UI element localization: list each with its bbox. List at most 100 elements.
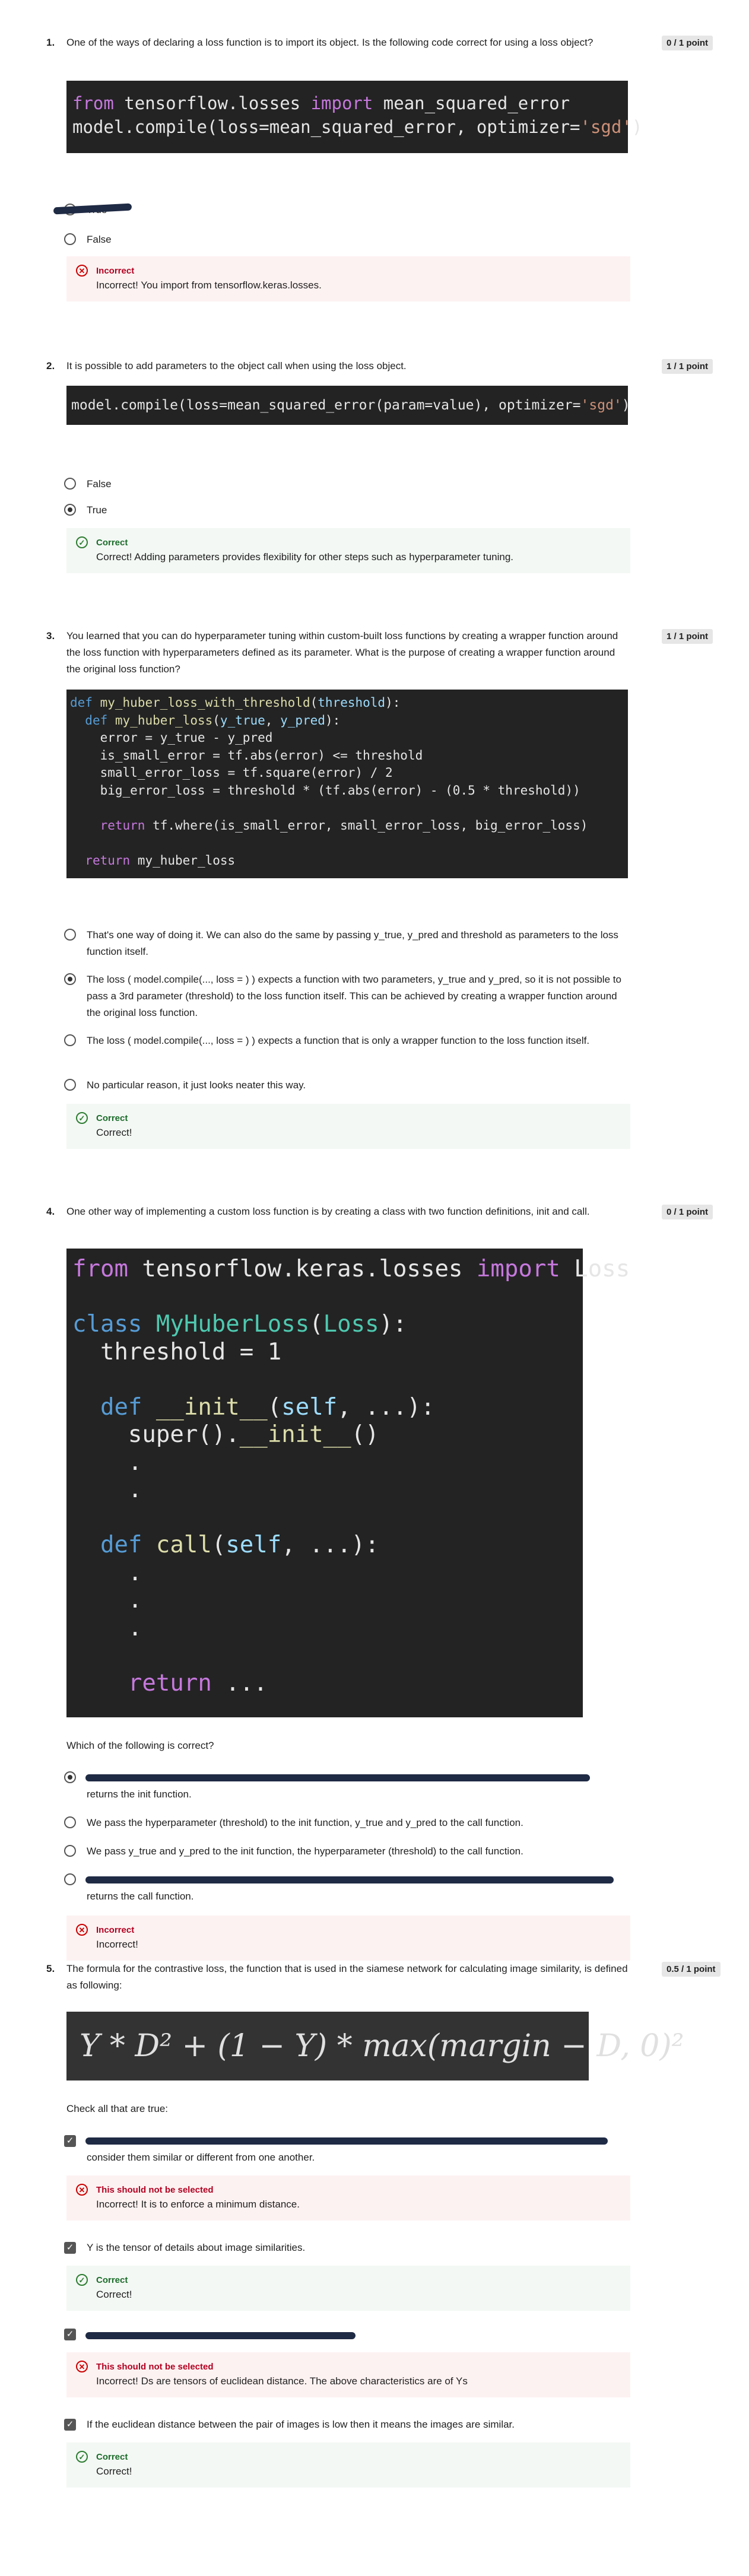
checkbox-checked[interactable]: ✓ (64, 2419, 76, 2431)
feedback-text: Incorrect! It is to enforce a minimum di… (96, 2199, 300, 2210)
radio-button[interactable] (64, 973, 76, 985)
code-line: threshold = 1 (72, 1338, 282, 1365)
feedback-text: Correct! Adding parameters provides flex… (96, 551, 514, 563)
feedback-correct: ✓ Correct Correct! Adding parameters pro… (66, 528, 630, 573)
option-label: We pass the hyperparameter (threshold) t… (87, 1817, 523, 1828)
option-label: returns the call function. (87, 1891, 194, 1902)
option-label: That's one way of doing it. We can also … (87, 929, 618, 957)
redaction-mark (85, 1774, 590, 1781)
question-text: One of the ways of declaring a loss func… (66, 37, 594, 48)
code-line: . (72, 1476, 142, 1503)
radio-button[interactable] (64, 1771, 76, 1783)
code-line: return my_huber_loss (85, 853, 236, 868)
feedback-title: This should not be selected (96, 2362, 214, 2372)
radio-button[interactable] (64, 1845, 76, 1857)
redaction-mark (85, 2137, 608, 2145)
radio-button[interactable] (64, 1816, 76, 1828)
points-badge: 0.5 / 1 point (662, 1962, 721, 1977)
formula-image: Y * D² + (1 − Y) * max(margin − D, 0)² (66, 2012, 684, 2081)
redaction-mark (85, 1876, 614, 1883)
feedback-text: Correct! (96, 1127, 132, 1138)
code-block: from tensorflow.losses import mean_squar… (66, 81, 642, 153)
radio-button[interactable] (64, 929, 76, 941)
question-text: The formula for the contrastive loss, th… (66, 1963, 628, 1991)
feedback-title: Correct (96, 2452, 128, 2462)
option-label: returns the init function. (87, 1789, 192, 1800)
radio-button[interactable] (64, 1873, 76, 1885)
option-label: True (87, 504, 107, 516)
feedback-title: Incorrect (96, 266, 135, 276)
radio-button[interactable] (64, 504, 76, 516)
code-line: error = y_true - y_pred (70, 730, 273, 745)
option-label: We pass y_true and y_pred to the init fu… (87, 1846, 523, 1857)
radio-button[interactable] (64, 233, 76, 245)
checkbox-checked[interactable]: ✓ (64, 2242, 76, 2254)
question-subtext: Check all that are true: (66, 2103, 169, 2114)
feedback-text: Incorrect! Ds are tensors of euclidean d… (96, 2375, 468, 2387)
points-badge: 0 / 1 point (662, 36, 713, 50)
feedback-title: Correct (96, 2275, 128, 2285)
checkbox-checked[interactable]: ✓ (64, 2329, 76, 2340)
code-line: return ... (128, 1669, 268, 1697)
code-line: def my_huber_loss_with_threshold(thresho… (70, 695, 401, 710)
code-line: . (72, 1449, 142, 1476)
close-circle-icon: ✕ (76, 1924, 88, 1936)
question-number: 4. (46, 1206, 55, 1217)
points-badge: 0 / 1 point (662, 1205, 713, 1219)
code-line: model.compile(loss=mean_squared_error, o… (72, 117, 643, 137)
feedback-text: Incorrect! (96, 1939, 138, 1950)
code-block: from tensorflow.keras.losses import Loss… (66, 1249, 630, 1717)
code-line: big_error_loss = threshold * (tf.abs(err… (70, 783, 580, 798)
radio-button[interactable] (64, 1079, 76, 1091)
feedback-title: Correct (96, 538, 128, 548)
check-circle-icon: ✓ (76, 2451, 88, 2463)
radio-button[interactable] (64, 478, 76, 490)
code-line: return tf.where(is_small_error, small_er… (100, 818, 588, 833)
option-label: True (87, 202, 633, 218)
code-line: super().__init__() (72, 1421, 379, 1448)
close-circle-icon: ✕ (76, 2184, 88, 2196)
code-line: . (72, 1587, 142, 1613)
option-label: Y is the tensor of details about image s… (87, 2242, 306, 2253)
radio-button[interactable] (64, 1034, 76, 1046)
code-line: . (72, 1559, 142, 1586)
feedback-incorrect: ✕ Incorrect Incorrect! You import from t… (66, 256, 630, 301)
code-line: from tensorflow.keras.losses import Loss (72, 1256, 630, 1282)
feedback-text: Correct! (96, 2466, 132, 2477)
feedback-incorrect: ✕ This should not be selected Incorrect!… (66, 2175, 630, 2221)
feedback-correct: ✓ Correct Correct! (66, 1104, 630, 1149)
question-text: One other way of implementing a custom l… (66, 1206, 590, 1217)
question-text: It is possible to add parameters to the … (66, 360, 407, 371)
code-line: from tensorflow.losses import mean_squar… (72, 93, 570, 113)
option-label: The loss ( model.compile(..., loss = ) )… (87, 974, 621, 1018)
feedback-incorrect: ✕ This should not be selected Incorrect!… (66, 2352, 630, 2397)
option-label: If the euclidean distance between the pa… (87, 2419, 515, 2430)
code-block: def my_huber_loss_with_threshold(thresho… (66, 690, 628, 878)
question-number: 5. (46, 1963, 55, 1974)
question-number: 1. (46, 37, 55, 48)
feedback-text: Correct! (96, 2289, 132, 2300)
code-line: is_small_error = tf.abs(error) <= thresh… (70, 748, 423, 763)
question-number: 3. (46, 630, 55, 641)
points-badge: 1 / 1 point (662, 629, 713, 644)
checkbox-checked[interactable]: ✓ (64, 2135, 76, 2147)
code-line: class MyHuberLoss(Loss): (72, 1311, 407, 1338)
option-label: The loss ( model.compile(..., loss = ) )… (87, 1035, 590, 1046)
close-circle-icon: ✕ (76, 265, 88, 277)
feedback-title: Correct (96, 1113, 128, 1123)
code-line: def call(self, ...): (100, 1532, 379, 1558)
question-subtext: Which of the following is correct? (66, 1740, 214, 1751)
code-block: model.compile(loss=mean_squared_error(pa… (66, 386, 630, 425)
code-line: model.compile(loss=mean_squared_error(pa… (71, 398, 630, 413)
points-badge: 1 / 1 point (662, 359, 713, 374)
question-text: You learned that you can do hyperparamet… (66, 630, 618, 675)
feedback-correct: ✓ Correct Correct! (66, 2266, 630, 2311)
feedback-text: Incorrect! You import from tensorflow.ke… (96, 279, 322, 291)
redaction-mark (85, 2332, 356, 2339)
option-label: False (87, 234, 112, 245)
option-label: False (87, 478, 112, 490)
option-label: No particular reason, it just looks neat… (87, 1079, 306, 1091)
code-line: . (72, 1614, 142, 1641)
option-label: consider them similar or different from … (87, 2152, 315, 2163)
feedback-title: This should not be selected (96, 2185, 214, 2195)
